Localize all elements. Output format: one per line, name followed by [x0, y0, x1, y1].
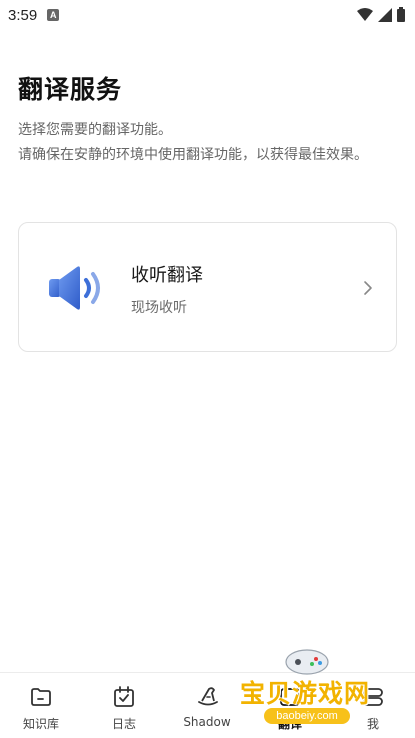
chevron-right-icon [364, 281, 372, 295]
tab-log[interactable]: 日志 [83, 673, 165, 738]
card-title: 收听翻译 [131, 265, 203, 286]
tab-knowledge-base[interactable]: 知识库 [0, 673, 82, 738]
speaker-icon [49, 266, 100, 310]
status-bar: 3:59 A [0, 0, 415, 30]
tab-label: 翻译 [277, 717, 302, 731]
notification-icon: A [47, 9, 60, 21]
listen-translate-card[interactable]: 收听翻译 现场收听 [18, 222, 397, 352]
status-time: 3:59 [8, 6, 38, 24]
tab-shadow[interactable]: Shadow [166, 673, 248, 738]
description-line-2: 请确保在安静的环境中使用翻译功能，以获得最佳效果。 [18, 147, 368, 163]
card-subtitle: 现场收听 [131, 300, 187, 316]
tab-translate[interactable]: 翻译 [249, 673, 331, 738]
tab-label: 日志 [111, 717, 136, 731]
tab-label: 我 [366, 717, 379, 731]
folder-icon [31, 688, 51, 706]
tab-label: Shadow [183, 715, 231, 729]
description-line-1: 选择您需要的翻译功能。 [18, 122, 172, 138]
page-title: 翻译服务 [18, 75, 123, 104]
tab-label: 知识库 [22, 717, 59, 731]
translate-icon [280, 688, 300, 706]
status-icons [357, 7, 405, 22]
wizard-hat-icon [198, 687, 218, 706]
page-description: 选择您需要的翻译功能。 请确保在安静的环境中使用翻译功能，以获得最佳效果。 [18, 118, 403, 168]
tab-me[interactable]: 我 [332, 673, 414, 738]
wifi-icon [357, 7, 373, 21]
signal-icon [378, 7, 392, 22]
calendar-check-icon [114, 686, 134, 707]
bottom-tab-bar: 知识库 日志 Shadow 翻译 我 [0, 672, 415, 737]
profile-icon [363, 688, 383, 706]
battery-icon [397, 7, 405, 22]
